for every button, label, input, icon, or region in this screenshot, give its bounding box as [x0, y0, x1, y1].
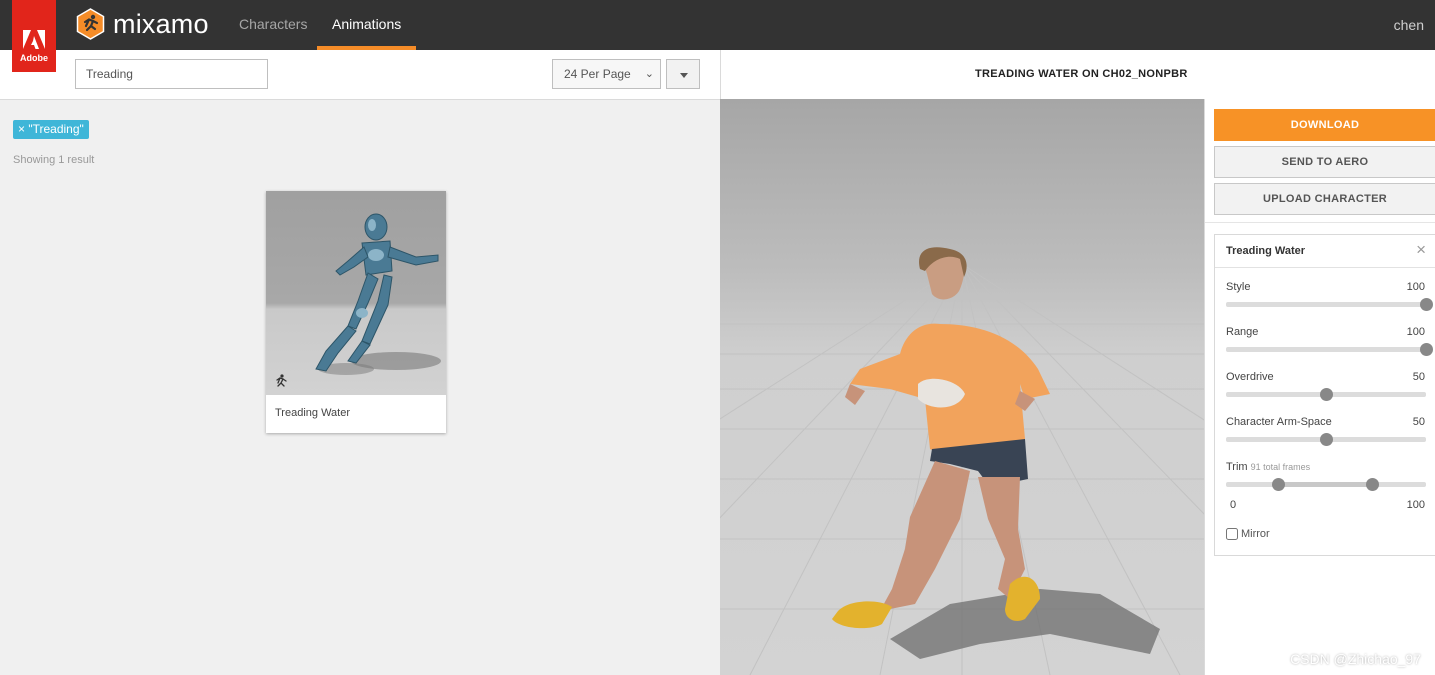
trim-range-fill: [1278, 482, 1372, 487]
upload-character-button[interactable]: UPLOAD CHARACTER: [1214, 183, 1435, 215]
range-label: Range: [1226, 326, 1259, 338]
trim-label: Trim 91 total frames: [1226, 461, 1310, 473]
per-page-value: 24 Per Page: [564, 67, 631, 81]
animation-thumbnail: [266, 191, 446, 395]
search-input[interactable]: [75, 59, 268, 89]
overdrive-label: Overdrive: [1226, 371, 1274, 383]
tab-characters[interactable]: Characters: [239, 0, 307, 50]
top-nav-bar: mixamo Characters Animations chen: [0, 0, 1435, 50]
sort-dropdown-button[interactable]: [666, 59, 700, 89]
slider-handle[interactable]: [1320, 388, 1333, 401]
arm-space-value: 50: [1412, 416, 1425, 428]
slider-handle[interactable]: [1320, 433, 1333, 446]
tab-animations[interactable]: Animations: [317, 0, 417, 50]
trim-min-label: 0: [1230, 499, 1237, 511]
robot-figure-image: [315, 213, 441, 375]
settings-header: Treading Water ×: [1215, 235, 1435, 268]
trim-title: Trim: [1226, 461, 1248, 473]
arm-space-label: Character Arm-Space: [1226, 416, 1332, 428]
adobe-label: Adobe: [20, 53, 48, 63]
per-page-select[interactable]: 24 Per Page ⌄: [552, 59, 661, 89]
viewer-header: TREADING WATER ON CH02_NONPBR: [720, 50, 1435, 100]
mirror-label: Mirror: [1241, 528, 1270, 540]
caret-down-icon: [680, 73, 688, 78]
trim-slider[interactable]: [1226, 478, 1426, 491]
running-figure-icon: [276, 374, 287, 387]
style-value: 100: [1406, 281, 1425, 293]
mirror-checkbox[interactable]: [1226, 528, 1238, 540]
watermark: CSDN @Zhichao_97: [1290, 651, 1421, 667]
chevron-down-icon: ⌄: [644, 68, 654, 80]
arm-space-slider[interactable]: [1226, 433, 1426, 446]
animation-settings-panel: Treading Water × Style 100 Range 100 Ove…: [1214, 234, 1435, 556]
trim-end-handle[interactable]: [1366, 478, 1379, 491]
close-icon[interactable]: ×: [1416, 240, 1426, 260]
mirror-option[interactable]: Mirror: [1226, 528, 1270, 540]
style-slider[interactable]: [1226, 298, 1433, 311]
download-button[interactable]: DOWNLOAD: [1214, 109, 1435, 141]
user-menu[interactable]: chen: [1394, 0, 1424, 50]
mixamo-brand[interactable]: mixamo: [76, 8, 209, 40]
mixamo-logo-icon: [76, 8, 105, 40]
result-count: Showing 1 result: [13, 154, 95, 166]
panel-divider: [1205, 222, 1435, 223]
range-value: 100: [1406, 326, 1425, 338]
adobe-a-icon: [23, 30, 45, 49]
overdrive-slider[interactable]: [1226, 388, 1426, 401]
adobe-logo[interactable]: Adobe: [12, 0, 56, 72]
send-to-aero-button[interactable]: SEND TO AERO: [1214, 146, 1435, 178]
right-panel: DOWNLOAD SEND TO AERO UPLOAD CHARACTER T…: [1204, 99, 1435, 675]
search-filter-chip[interactable]: × "Treading": [13, 120, 89, 139]
trim-start-handle[interactable]: [1272, 478, 1285, 491]
trim-frames: 91 total frames: [1250, 462, 1311, 472]
overdrive-value: 50: [1412, 371, 1425, 383]
search-toolbar: 24 Per Page ⌄: [0, 50, 720, 100]
style-label: Style: [1226, 281, 1251, 293]
character-preview-image: [720, 247, 1204, 675]
animation-card[interactable]: Treading Water: [266, 191, 446, 433]
brand-name: mixamo: [113, 8, 209, 39]
animation-card-title: Treading Water: [275, 407, 350, 419]
range-slider[interactable]: [1226, 343, 1433, 356]
slider-handle[interactable]: [1420, 343, 1433, 356]
slider-handle[interactable]: [1420, 298, 1433, 311]
viewer-title: TREADING WATER ON CH02_NONPBR: [975, 68, 1188, 80]
settings-title: Treading Water: [1226, 245, 1306, 257]
trim-max-label: 100: [1406, 499, 1425, 511]
3d-viewport[interactable]: [720, 99, 1204, 675]
